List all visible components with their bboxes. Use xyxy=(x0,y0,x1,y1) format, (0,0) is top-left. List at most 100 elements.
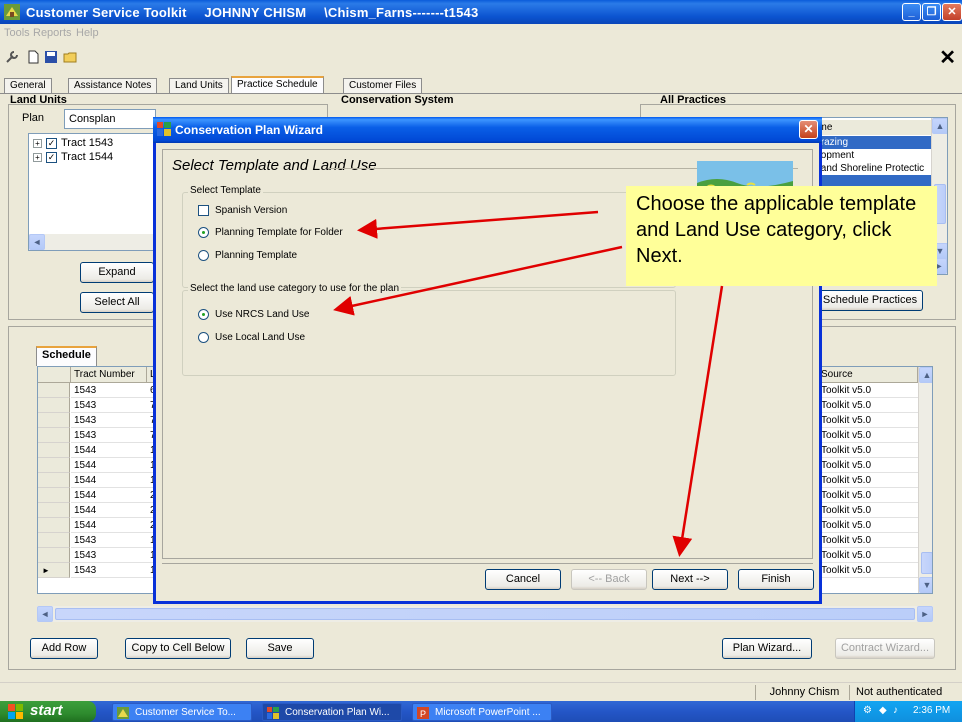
next-button[interactable]: Next --> xyxy=(652,569,728,590)
grid-cell-tract[interactable]: 1544 xyxy=(71,458,147,473)
expand-button[interactable]: Expand xyxy=(80,262,154,283)
row-header[interactable] xyxy=(38,458,70,473)
scroll-right-icon[interactable]: ► xyxy=(917,606,933,622)
grid-cell-source[interactable]: Toolkit v5.0 xyxy=(818,548,918,563)
nrcs-land-use-radio[interactable] xyxy=(198,309,209,320)
land-use-option-local[interactable]: Use Local Land Use xyxy=(198,332,305,343)
copy-to-cell-below-button[interactable]: Copy to Cell Below xyxy=(125,638,231,659)
template-planning-radio[interactable] xyxy=(198,250,209,261)
grid-cell-source[interactable]: Toolkit v5.0 xyxy=(818,443,918,458)
tab-general[interactable]: General xyxy=(4,78,52,94)
minimize-button[interactable]: _ xyxy=(902,3,921,21)
scroll-up-icon[interactable]: ▲ xyxy=(919,367,932,383)
grid-cell-tract[interactable]: 1544 xyxy=(71,473,147,488)
row-header[interactable] xyxy=(38,518,70,533)
add-row-button[interactable]: Add Row xyxy=(30,638,98,659)
practice-list-item[interactable]: k and Shoreline Protectic xyxy=(811,162,947,175)
grid-cell-tract[interactable]: 1544 xyxy=(71,443,147,458)
tab-land-units[interactable]: Land Units xyxy=(169,78,229,94)
grid-cell-tract[interactable]: 1544 xyxy=(71,488,147,503)
template-folder-radio[interactable] xyxy=(198,227,209,238)
schedule-practices-button[interactable]: Schedule Practices xyxy=(817,290,923,311)
col-tract-number[interactable]: Tract Number xyxy=(71,367,147,383)
tract-1543-item[interactable]: + ✓ Tract 1543 xyxy=(33,137,113,149)
tract-1543-checkbox[interactable]: ✓ xyxy=(46,137,57,149)
tract-1544-checkbox[interactable]: ✓ xyxy=(46,151,57,163)
expand-plus-icon[interactable]: + xyxy=(33,152,42,162)
cancel-button[interactable]: Cancel xyxy=(485,569,561,590)
save-disk-icon[interactable] xyxy=(44,50,58,64)
row-header[interactable] xyxy=(38,413,70,428)
template-option-folder[interactable]: Planning Template for Folder xyxy=(198,227,343,238)
grid-cell-source[interactable]: Toolkit v5.0 xyxy=(818,533,918,548)
select-all-button[interactable]: Select All xyxy=(80,292,154,313)
dialog-close-button[interactable]: ✕ xyxy=(799,120,818,139)
spanish-version-checkbox[interactable] xyxy=(198,205,209,216)
scroll-down-icon[interactable]: ▼ xyxy=(919,577,932,593)
save-button[interactable]: Save xyxy=(246,638,314,659)
menu-tools[interactable]: Tools xyxy=(4,27,30,39)
grid-cell-source[interactable]: Toolkit v5.0 xyxy=(818,563,918,578)
grid-cell-source[interactable]: Toolkit v5.0 xyxy=(818,428,918,443)
land-use-option-nrcs[interactable]: Use NRCS Land Use xyxy=(198,309,309,320)
menu-reports[interactable]: Reports xyxy=(33,27,72,39)
tab-assistance-notes[interactable]: Assistance Notes xyxy=(68,78,158,94)
grid-cell-tract[interactable]: 1543 xyxy=(71,548,147,563)
grid-cell-tract[interactable]: 1543 xyxy=(71,413,147,428)
row-header[interactable] xyxy=(38,533,70,548)
wrench-icon[interactable] xyxy=(5,50,19,64)
grid-cell-source[interactable]: Toolkit v5.0 xyxy=(818,413,918,428)
grid-cell-source[interactable]: Toolkit v5.0 xyxy=(818,518,918,533)
menu-help[interactable]: Help xyxy=(76,27,99,39)
grid-cell-source[interactable]: Toolkit v5.0 xyxy=(818,383,918,398)
tab-customer-files[interactable]: Customer Files xyxy=(343,78,423,94)
grid-cell-tract[interactable]: 1543 xyxy=(71,533,147,548)
row-header[interactable]: ► xyxy=(38,563,70,578)
grid-cell-tract[interactable]: 1543 xyxy=(71,398,147,413)
volume-icon[interactable]: ♪ xyxy=(893,705,898,716)
plan-select[interactable]: Consplan xyxy=(64,109,156,129)
grid-cell-source[interactable]: Toolkit v5.0 xyxy=(818,458,918,473)
network-icon[interactable]: ⚙ xyxy=(863,705,872,716)
close-window-button[interactable]: ✕ xyxy=(942,3,962,21)
practice-list-item[interactable]: elopment xyxy=(811,149,947,162)
finish-button[interactable]: Finish xyxy=(738,569,814,590)
row-header[interactable] xyxy=(38,488,70,503)
row-header[interactable] xyxy=(38,473,70,488)
row-header[interactable] xyxy=(38,428,70,443)
new-document-icon[interactable] xyxy=(26,50,40,64)
row-header[interactable] xyxy=(38,503,70,518)
spanish-version-option[interactable]: Spanish Version xyxy=(198,205,287,216)
grid-cell-tract[interactable]: 1544 xyxy=(71,503,147,518)
shield-icon[interactable]: ◆ xyxy=(879,705,887,716)
template-option-planning[interactable]: Planning Template xyxy=(198,250,297,261)
close-folder-icon[interactable]: ✕ xyxy=(939,48,956,68)
open-folder-icon[interactable] xyxy=(63,50,77,64)
practice-list-item[interactable]: Grazing xyxy=(811,136,947,149)
grid-cell-source[interactable]: Toolkit v5.0 xyxy=(818,503,918,518)
grid-cell-source[interactable]: Toolkit v5.0 xyxy=(818,473,918,488)
row-header[interactable] xyxy=(38,443,70,458)
grid-cell-tract[interactable]: 1543 xyxy=(71,428,147,443)
scroll-left-icon[interactable]: ◄ xyxy=(37,606,53,622)
restore-button[interactable]: ❐ xyxy=(922,3,941,21)
grid-cell-source[interactable]: Toolkit v5.0 xyxy=(818,488,918,503)
task-customer-service[interactable]: Customer Service To... xyxy=(112,703,252,721)
tract-1544-item[interactable]: + ✓ Tract 1544 xyxy=(33,151,113,163)
grid-cell-tract[interactable]: 1543 xyxy=(71,563,147,578)
expand-plus-icon[interactable]: + xyxy=(33,138,42,148)
col-source[interactable]: Source xyxy=(818,367,918,383)
plan-wizard-button[interactable]: Plan Wizard... xyxy=(722,638,812,659)
row-header[interactable] xyxy=(38,398,70,413)
task-conservation-plan[interactable]: Conservation Plan Wi... xyxy=(262,703,402,721)
scroll-thumb[interactable] xyxy=(921,552,932,574)
grid-hscrollbar[interactable]: ◄ ► xyxy=(37,606,933,622)
grid-cell-tract[interactable]: 1543 xyxy=(71,383,147,398)
row-header[interactable] xyxy=(38,383,70,398)
grid-cell-tract[interactable]: 1544 xyxy=(71,518,147,533)
tab-schedule[interactable]: Schedule xyxy=(36,346,97,366)
row-header[interactable] xyxy=(38,548,70,563)
task-powerpoint[interactable]: P Microsoft PowerPoint ... xyxy=(412,703,552,721)
tab-practice-schedule[interactable]: Practice Schedule xyxy=(231,76,324,94)
scroll-thumb[interactable] xyxy=(55,608,915,620)
